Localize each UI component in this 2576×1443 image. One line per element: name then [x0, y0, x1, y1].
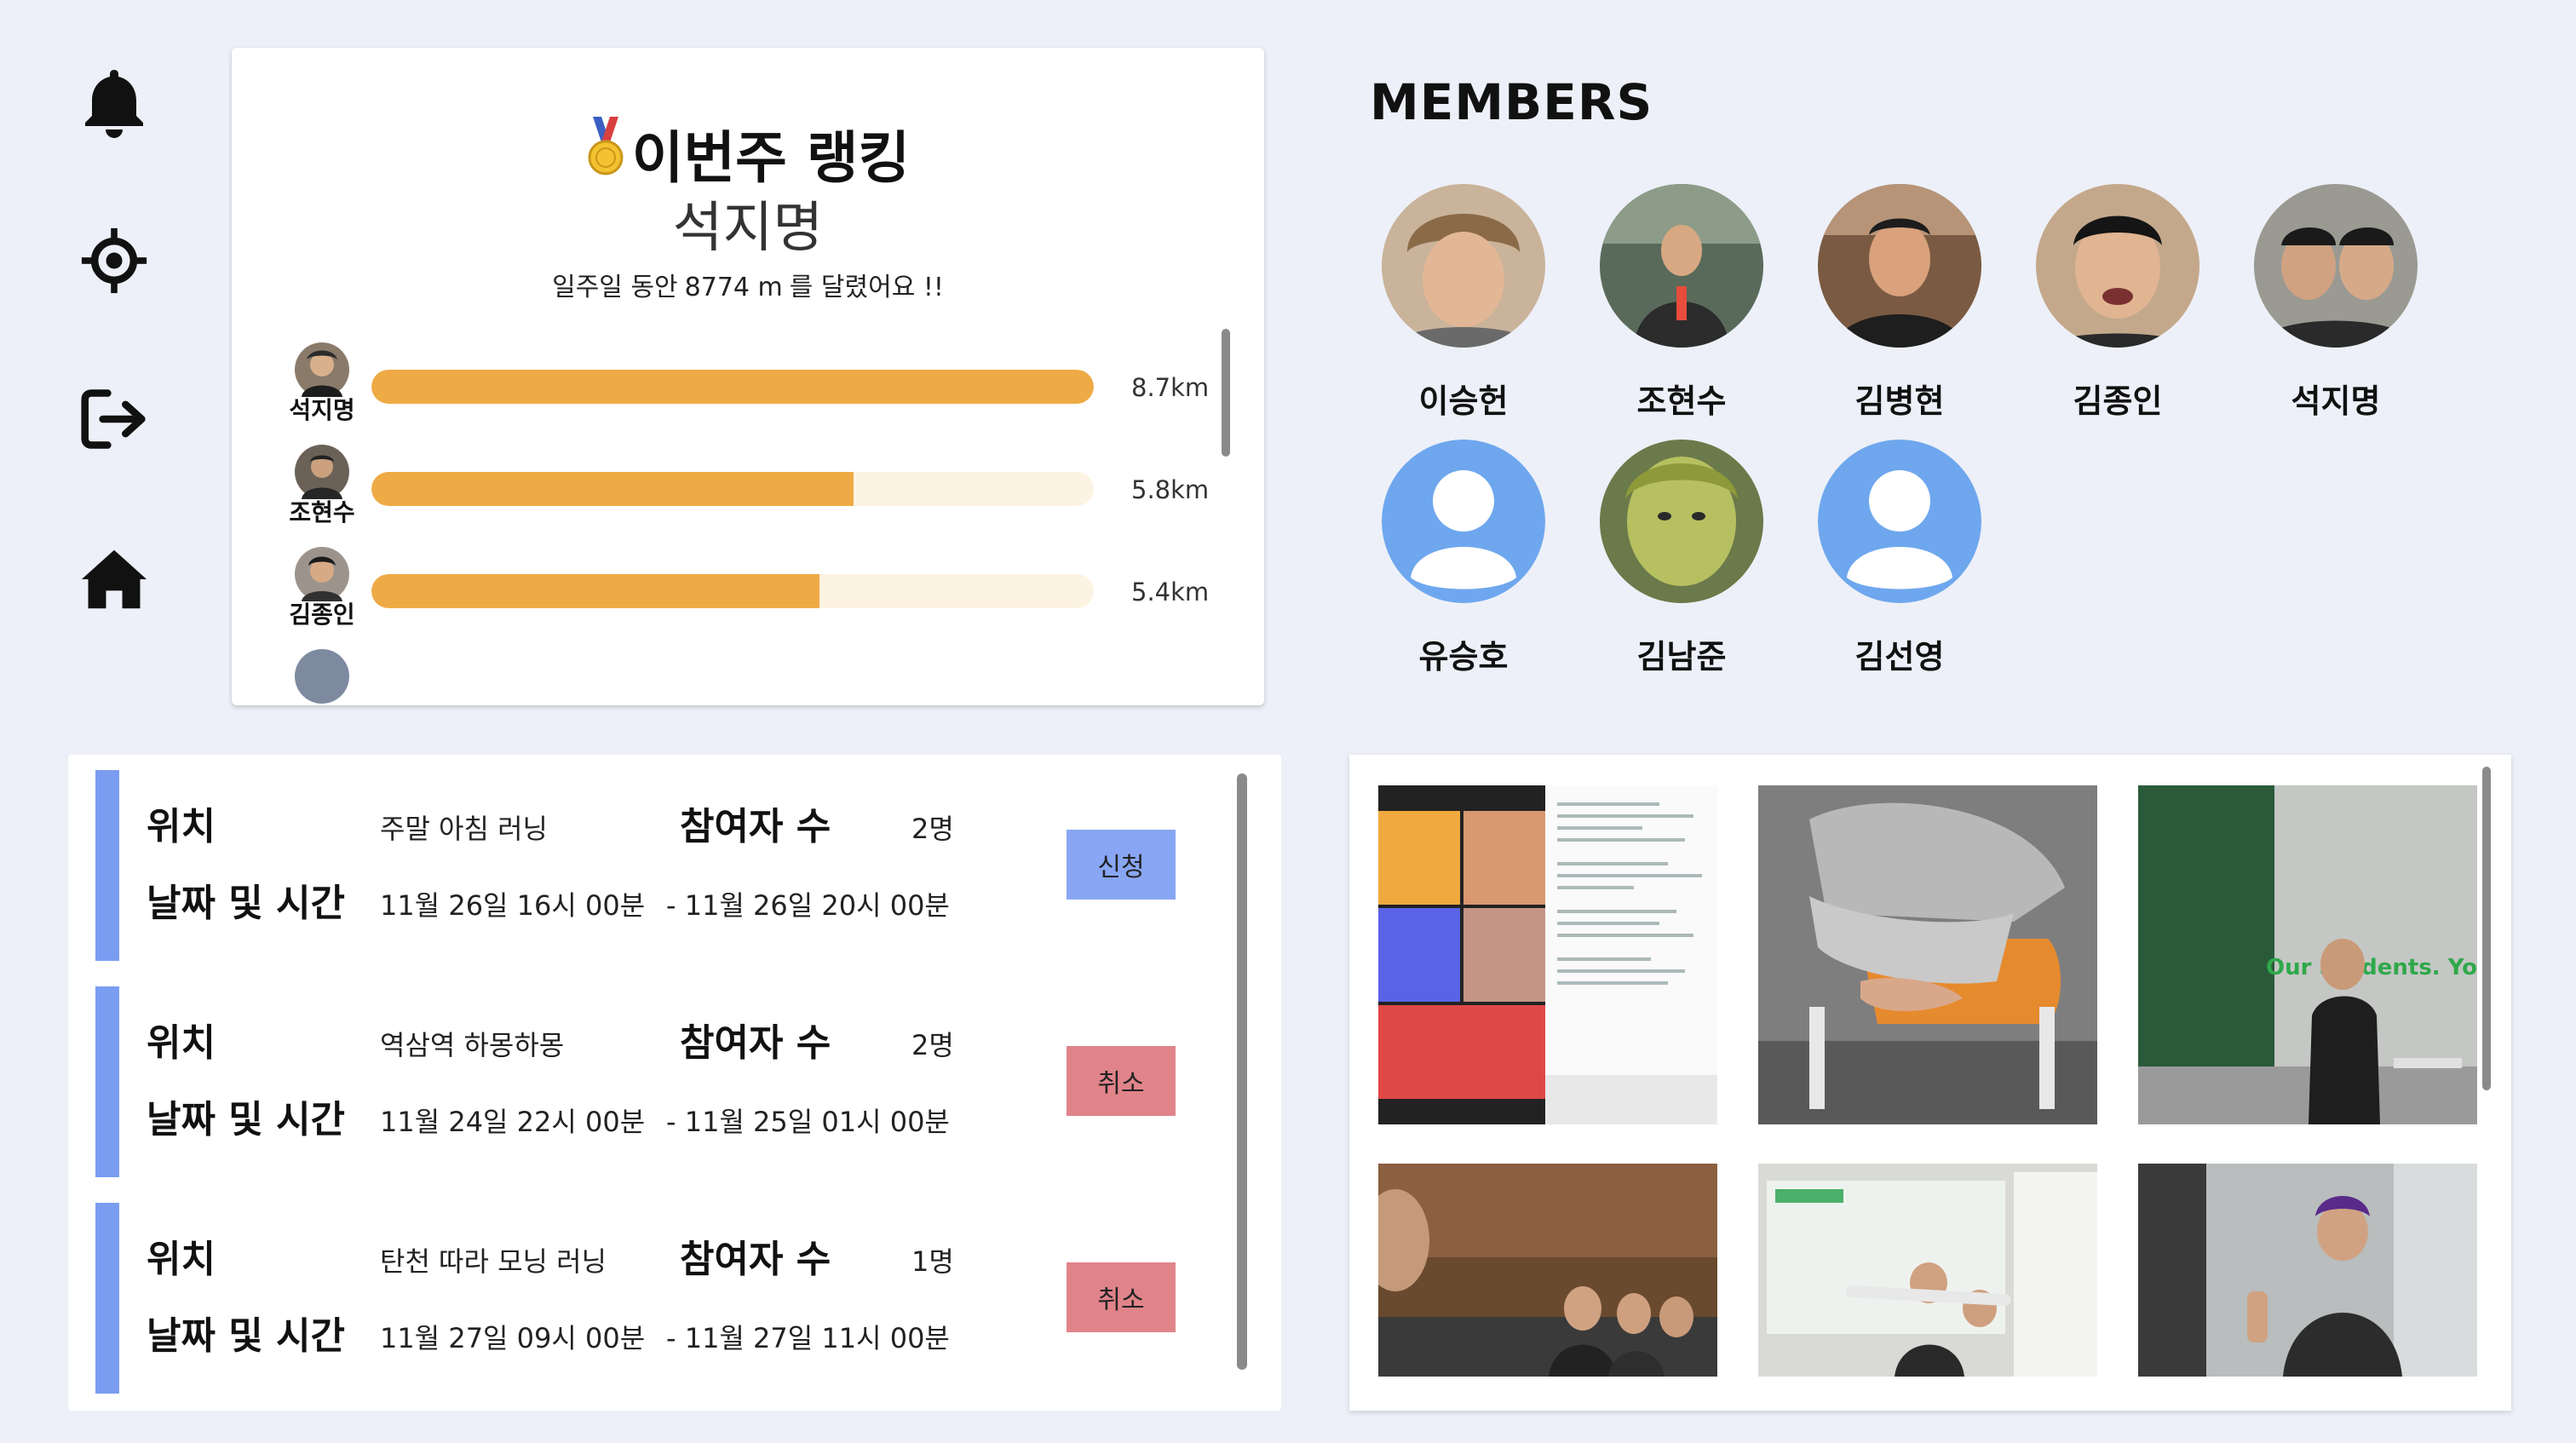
participants-label: 참여자 수 [680, 1021, 831, 1065]
datetime-label: 날짜 및 시간 [147, 1098, 346, 1141]
ranking-bar-track [371, 472, 1094, 506]
gallery-overlay-text: Our Students. You [2266, 955, 2477, 980]
bell-icon[interactable] [80, 68, 148, 138]
ranking-title-text: 이번주 랭킹 [631, 125, 911, 191]
member-card[interactable]: 김종인 [2024, 184, 2211, 440]
ranking-row-value: 8.7km [1131, 373, 1210, 402]
location-label: 위치 [147, 805, 216, 848]
member-name: 김선영 [1854, 638, 1945, 676]
schedule-item: 위치 탄천 따라 모닝 러닝 참여자 수 1명 날짜 및 시간 11월 27일 … [95, 1203, 1176, 1394]
avatar [295, 342, 349, 397]
datetime-end: - 11월 26일 20시 00분 [666, 889, 950, 922]
ranking-title: 이번주 랭킹 [232, 112, 1264, 194]
summary-distance: 8774 m [684, 273, 783, 302]
member-card[interactable]: 조현수 [1588, 184, 1775, 440]
cancel-button[interactable]: 취소 [1067, 1046, 1176, 1116]
avatar [295, 547, 349, 601]
schedule-accent [95, 770, 119, 961]
ranking-bar-fill [371, 574, 819, 608]
member-card[interactable]: 석지명 [2242, 184, 2429, 440]
schedule-item: 위치 주말 아침 러닝 참여자 수 2명 날짜 및 시간 11월 26일 16시… [95, 770, 1176, 961]
member-name: 김남준 [1636, 638, 1727, 676]
schedule-accent [95, 1203, 119, 1394]
location-value: 역삼역 하몽하몽 [380, 1029, 565, 1061]
summary-prefix: 일주일 동안 [552, 273, 678, 302]
datetime-end: - 11월 27일 11시 00분 [666, 1322, 950, 1354]
member-name: 김병현 [1854, 382, 1945, 420]
location-value: 탄천 따라 모닝 러닝 [380, 1245, 607, 1278]
gallery-photo[interactable] [1758, 785, 2097, 1124]
member-photo [1818, 184, 1981, 348]
ranking-bar-fill [371, 370, 1094, 404]
apply-button[interactable]: 신청 [1067, 830, 1176, 900]
members-title: MEMBERS [1370, 73, 1653, 131]
cancel-button[interactable]: 취소 [1067, 1262, 1176, 1332]
gallery-scrollbar[interactable] [2482, 767, 2491, 1090]
gallery-photo[interactable] [1378, 785, 1717, 1124]
participants-value: 1명 [911, 1245, 954, 1278]
location-label: 위치 [147, 1021, 216, 1065]
ranking-summary: 일주일 동안 8774 m를 달렸어요 !! [232, 266, 1264, 303]
datetime-end: - 11월 25일 01시 00분 [666, 1106, 950, 1138]
schedule-list: 위치 주말 아침 러닝 참여자 수 2명 날짜 및 시간 11월 26일 16시… [68, 755, 1281, 1411]
ranking-winner: 석지명 [672, 197, 824, 260]
participants-label: 참여자 수 [680, 805, 831, 848]
datetime-start: 11월 27일 09시 00분 [380, 1322, 646, 1354]
member-photo [2036, 184, 2199, 348]
ranking-row: 조현수 5.8km [283, 445, 1209, 538]
ranking-row-name: 김종인 [289, 601, 355, 629]
gallery-photo[interactable] [1758, 1164, 2097, 1377]
medal-icon [586, 117, 625, 190]
member-photo [1600, 440, 1763, 603]
ranking-row-value: 5.8km [1131, 475, 1210, 504]
participants-label: 참여자 수 [680, 1238, 831, 1281]
ranking-row: 김종인 5.4km [283, 547, 1209, 641]
participants-value: 2명 [911, 1029, 954, 1061]
datetime-label: 날짜 및 시간 [147, 882, 346, 925]
schedule-scrollbar[interactable] [1237, 773, 1247, 1370]
location-label: 위치 [147, 1238, 216, 1281]
member-card[interactable]: 이승헌 [1370, 184, 1557, 440]
member-card[interactable]: 김선영 [1806, 440, 1993, 695]
member-name: 이승헌 [1418, 382, 1509, 420]
schedule-item: 위치 역삼역 하몽하몽 참여자 수 2명 날짜 및 시간 11월 24일 22시… [95, 986, 1176, 1177]
ranking-bar-track [371, 370, 1094, 404]
gallery-photo[interactable]: Our Students. You [2138, 785, 2477, 1124]
member-name: 석지명 [2291, 382, 2381, 420]
participants-value: 2명 [911, 813, 954, 845]
logout-icon[interactable] [80, 385, 148, 453]
gallery-photo[interactable] [1378, 1164, 1717, 1377]
ranking-row-name: 석지명 [289, 396, 355, 424]
ranking-bar-fill [371, 472, 854, 506]
member-photo [1600, 184, 1763, 348]
avatar [295, 445, 349, 499]
member-card[interactable]: 김남준 [1588, 440, 1775, 695]
member-name: 조현수 [1636, 382, 1727, 420]
avatar-partial [295, 649, 349, 704]
ranking-row: 석지명 8.7km [283, 342, 1209, 436]
location-value: 주말 아침 러닝 [380, 813, 548, 845]
target-icon[interactable] [80, 227, 148, 295]
datetime-label: 날짜 및 시간 [147, 1314, 346, 1358]
default-user-icon [1818, 440, 1981, 603]
member-name: 김종인 [2073, 382, 2163, 420]
weekly-ranking-card: 이번주 랭킹 석지명 일주일 동안 8774 m를 달렸어요 !! 석지명 8.7… [232, 48, 1264, 705]
datetime-start: 11월 24일 22시 00분 [380, 1106, 646, 1138]
photo-gallery: Our Students. You [1349, 755, 2511, 1411]
member-card[interactable]: 유승호 [1370, 440, 1557, 695]
home-icon[interactable] [80, 545, 148, 613]
summary-suffix: 를 달렸어요 !! [789, 273, 944, 302]
datetime-start: 11월 26일 16시 00분 [380, 889, 646, 922]
schedule-accent [95, 986, 119, 1177]
ranking-row-name: 조현수 [289, 498, 355, 526]
member-name: 유승호 [1418, 638, 1509, 676]
gallery-photo[interactable] [2138, 1164, 2477, 1377]
member-photo [2254, 184, 2418, 348]
ranking-scrollbar[interactable] [1222, 329, 1230, 457]
member-card[interactable]: 김병현 [1806, 184, 1993, 440]
ranking-row-value: 5.4km [1131, 578, 1210, 607]
default-user-icon [1382, 440, 1545, 603]
ranking-bar-track [371, 574, 1094, 608]
member-photo [1382, 184, 1545, 348]
